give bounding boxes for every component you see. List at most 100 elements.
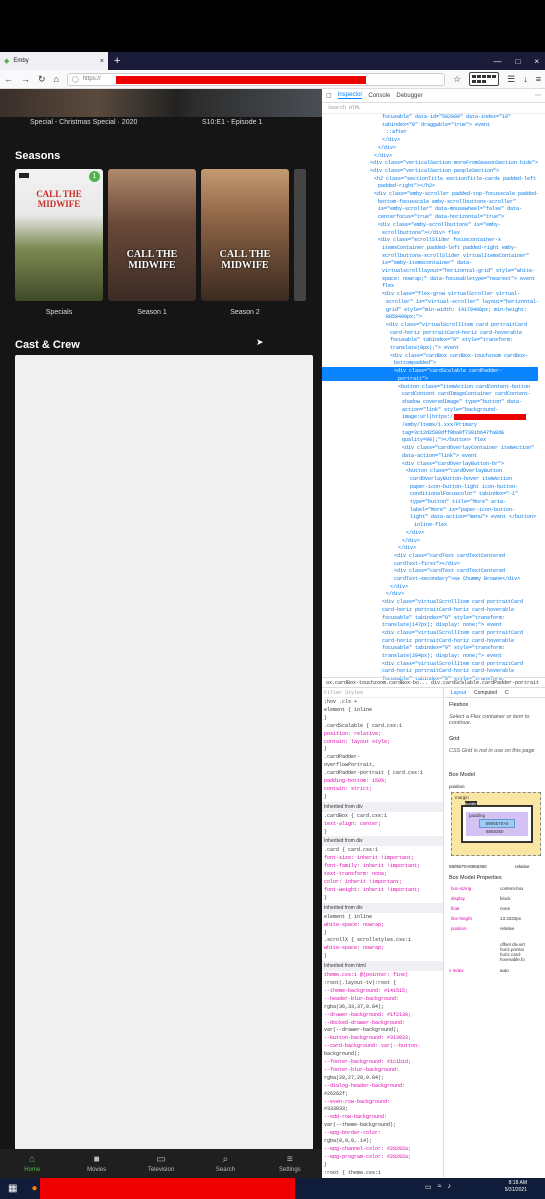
rule-line[interactable]: --card-background: var(--button- — [324, 1043, 420, 1049]
markup-line[interactable]: bottom-focusscale emby-scrollbuttons-scr… — [378, 199, 516, 205]
markup-line[interactable]: <div class="flex-grow virtualScroller vi… — [382, 291, 520, 297]
devtools-menu-icon[interactable]: ⋯ — [535, 92, 541, 99]
markup-line[interactable]: <div class="cardText cardTextCentered — [394, 568, 505, 574]
library-icon[interactable]: ☰ — [507, 74, 515, 85]
offset-parent-text[interactable]: offset div.virt horiz.portrai horiz.card… — [500, 942, 542, 962]
rule-line[interactable]: text-align: center; — [324, 821, 381, 827]
markup-line[interactable]: itemsContainer padded-left padded-right … — [382, 245, 517, 251]
nav-movies[interactable]: ■ Movies — [64, 1149, 128, 1178]
episode-thumbnails[interactable] — [0, 89, 322, 117]
rule-line[interactable]: position: relative; — [324, 731, 381, 737]
markup-line[interactable]: cardText-first"></div> — [394, 561, 460, 567]
onscreen-keyboard-icon[interactable] — [469, 72, 500, 86]
rule-line[interactable]: :root { theme.css:1 — [324, 1170, 381, 1176]
rule-line[interactable]: } — [324, 895, 327, 901]
markup-line[interactable]: <div class="virtualScrollItem card portr… — [382, 599, 523, 605]
markup-line[interactable]: type="button" title="More" aria- — [410, 499, 506, 505]
markup-line[interactable]: <div class="virtualScrollItem card portr… — [386, 322, 527, 328]
markup-line[interactable]: space: nowrap;" data-focusabletype="near… — [382, 276, 535, 282]
markup-line[interactable]: <div class="virtualScrollItem card portr… — [382, 661, 523, 667]
markup-line[interactable]: </div> — [382, 137, 400, 143]
markup-line[interactable]: virtualscrolllayout="horizontal-grid" st… — [382, 268, 535, 274]
markup-line[interactable]: conditionalFocuscolor" tabindex="-1" — [410, 491, 518, 497]
markup-line[interactable]: <button class="itemAction cardContent-bu… — [398, 384, 530, 390]
wifi-icon[interactable]: ≈ — [438, 1183, 442, 1191]
breadcrumb[interactable]: ox.cardBox-touchzoom.cardBox-bo... div.c… — [322, 677, 545, 688]
rule-line[interactable]: var(--theme-background); — [324, 1122, 396, 1128]
markup-line[interactable]: <button class="cardOverlayButton — [406, 468, 502, 474]
rule-line[interactable]: --epg-program-color: #29282a; — [324, 1154, 411, 1160]
markup-line[interactable]: <div class="virtualScrollItem card portr… — [382, 630, 523, 636]
rule-line[interactable]: } — [324, 746, 327, 752]
boxmodel-heading[interactable]: Box Model — [449, 772, 475, 778]
forward-icon[interactable]: → — [21, 74, 30, 84]
rule-line[interactable]: :hov .cls + — [324, 699, 357, 705]
markup-line[interactable]: quality=90);"></button> flex — [402, 437, 486, 443]
nav-home[interactable]: ⌂ Home — [0, 1149, 64, 1178]
markup-line[interactable]: cardOverlayButton-hover itemAction — [410, 476, 512, 482]
rule-line[interactable]: .cardBox { card.css:1 — [324, 813, 387, 819]
firefox-taskbar-icon[interactable]: ● — [31, 1183, 37, 1194]
tab-computed[interactable]: Computed — [474, 690, 497, 696]
markup-line[interactable]: <div class="cardOverlayContainer itemAct… — [402, 445, 534, 451]
markup-line[interactable]: flex — [382, 283, 394, 289]
tab-inspector[interactable]: Inspector — [337, 92, 363, 99]
rule-line[interactable]: --epg-border-color: — [324, 1130, 381, 1136]
season-poster[interactable]: CALL THE MIDWIFE — [201, 169, 289, 301]
rule-line[interactable]: contain: layout style; — [324, 739, 390, 745]
season-card-season1[interactable]: CALL THE MIDWIFE Season 1 — [108, 169, 196, 316]
rule-line[interactable]: white-space: nowrap; — [324, 922, 384, 928]
rule-line[interactable]: } — [324, 829, 327, 835]
markup-line[interactable]: centerfocus="true" data-horizontal="true… — [378, 214, 504, 220]
rule-line[interactable]: var(--drawer-background); — [324, 1027, 399, 1033]
markup-line[interactable]: </div> — [374, 153, 392, 159]
rule-line[interactable]: :root(.layout-tv):root { — [324, 980, 396, 986]
windows-start-icon[interactable]: ▦ — [8, 1183, 17, 1194]
markup-line[interactable]: </div> — [406, 530, 424, 536]
season-poster[interactable]: CALL THE MIDWIFE — [108, 169, 196, 301]
filter-styles-input[interactable]: Filter Styles — [322, 688, 443, 698]
markup-line[interactable]: scrollbuttons"></div> flex — [382, 230, 460, 236]
url-bar[interactable]: ◯ https:// — [66, 72, 446, 86]
markup-line[interactable]: card-horiz portraitCard-horiz card-hover… — [382, 668, 514, 674]
markup-line[interactable]: 8858400px;"> — [386, 314, 422, 320]
box-prop-row[interactable]: box-sizing content-box — [451, 886, 543, 891]
season-card-season2[interactable]: CALL THE MIDWIFE Season 2 — [201, 169, 289, 316]
markup-line[interactable]: <div class="emby-scrollbuttons" is="emby… — [378, 222, 501, 228]
box-prop-row[interactable]: float none — [451, 906, 543, 911]
markup-line[interactable]: data-action="link"> event — [402, 453, 477, 459]
rule-line[interactable]: .scrollX { scrollstyles.css:1 — [324, 937, 411, 943]
markup-line[interactable]: card-horiz portraitCard-horiz card-hover… — [382, 638, 514, 644]
grid-heading[interactable]: Grid — [449, 736, 459, 742]
markup-line[interactable]: cardContent cardImageContainer cardConte… — [402, 391, 531, 397]
markup-line[interactable]: focusable" tabindex="0" style="transform… — [390, 337, 513, 343]
box-content[interactable]: 5905570×0 — [479, 819, 515, 828]
markup-line[interactable]: <div class="verticalSection peopleSectio… — [370, 168, 499, 174]
markup-line[interactable]: card-horiz portraitCard-horiz card-hover… — [390, 330, 522, 336]
rule-line[interactable]: contain: strict; — [324, 786, 372, 792]
rule-line[interactable]: text-transform: none; — [324, 871, 387, 877]
season-card-specials[interactable]: CALL THE MIDWIFE 1 Specials — [15, 169, 103, 316]
markup-line[interactable]: grid" style="min-width: 14179400px; min-… — [386, 307, 527, 313]
markup-line[interactable]: scrollbuttons-scrollSlider virtualItemsC… — [382, 253, 529, 259]
rule-line[interactable]: --drawer-background: #1f2130; — [324, 1012, 411, 1018]
rule-line[interactable]: --footer-blur-background: — [324, 1067, 399, 1073]
markup-line[interactable]: <div class="cardBox cardBox-touchzoom ca… — [390, 353, 528, 359]
rule-line[interactable]: font-size: inherit !important; — [324, 855, 414, 861]
markup-line[interactable]: portrait"> — [398, 376, 428, 382]
maximize-icon[interactable]: □ — [515, 57, 520, 66]
markup-line[interactable]: is="emby-itemscontainer" data- — [382, 260, 472, 266]
minimize-icon[interactable]: — — [493, 57, 501, 66]
rule-line[interactable]: } — [324, 794, 327, 800]
markup-line[interactable]: label="More" is="paper-icon-button- — [410, 507, 515, 513]
rule-line[interactable]: } — [324, 953, 327, 959]
rule-line[interactable]: #26262f; — [324, 1091, 348, 1097]
padding-value[interactable]: 8858350 — [486, 829, 504, 834]
reload-icon[interactable]: ↻ — [38, 74, 46, 85]
rule-line[interactable]: --docked-drawer-background: — [324, 1020, 405, 1026]
box-props-heading[interactable]: Box Model Properties — [449, 875, 502, 881]
markup-line[interactable]: <div class="cardScalable cardPadder- — [394, 368, 502, 374]
rule-line[interactable]: --even-row-background: — [324, 1099, 390, 1105]
markup-line[interactable]: tag=3c12d2590dff9ba0f7301b647fa8d& — [402, 430, 504, 436]
nav-settings[interactable]: ≡ Settings — [258, 1149, 322, 1178]
